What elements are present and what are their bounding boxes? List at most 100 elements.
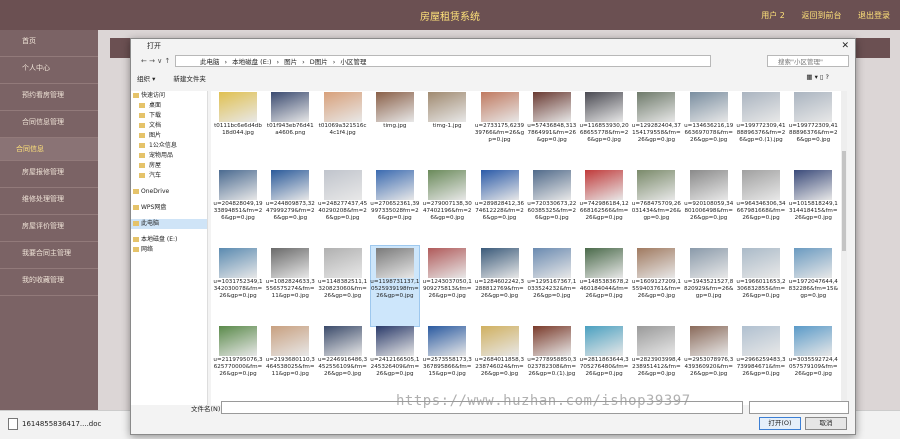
- logout-link[interactable]: 退出登录: [858, 11, 890, 20]
- sidebar-item[interactable]: 我的收藏管理: [0, 269, 98, 296]
- image-thumbnail: [219, 170, 257, 200]
- file-item[interactable]: u=129282404,37154179558&fm=26&gp=0.jpg: [631, 91, 681, 171]
- file-item[interactable]: u=1966011653,2306832855&fm=26&gp=0.jpg: [736, 247, 786, 327]
- file-item[interactable]: u=1148382511,1320823060&fm=26&gp=0.jpg: [318, 247, 368, 327]
- nav-item[interactable]: 网络: [131, 245, 207, 255]
- file-item[interactable]: u=57436848,3137864991&fm=26&gp=0.jpg: [527, 91, 577, 171]
- file-item[interactable]: u=204828049,1933894851&fm=26&gp=0.jpg: [213, 169, 263, 249]
- nav-item[interactable]: 本地磁盘 (E:): [131, 235, 207, 245]
- dialog-buttons: 打开(O) 取消: [131, 417, 853, 431]
- nav-item[interactable]: 下载: [131, 111, 207, 121]
- nav-item[interactable]: 汽车: [131, 171, 207, 181]
- file-type-select[interactable]: [749, 401, 849, 414]
- file-item[interactable]: u=768475709,26031434&fm=26&gp=0.jpg: [631, 169, 681, 249]
- file-item[interactable]: u=289828412,3674612228&fm=26&gp=0.jpg: [475, 169, 525, 249]
- open-button[interactable]: 打开(O): [759, 417, 801, 430]
- file-item[interactable]: u=2733175,623939766&fm=26&gp=0.jpg: [475, 91, 525, 171]
- file-item[interactable]: u=742986184,12668162566&fm=26&gp=0.jpg: [579, 169, 629, 249]
- file-item[interactable]: t01f943eb76d41a4606.png: [265, 91, 315, 171]
- file-item[interactable]: u=1198731137,10525939198fm=26&gp=0.jpg: [369, 245, 420, 327]
- file-item[interactable]: u=279007138,3047402196&fm=26&gp=0.jpg: [422, 169, 472, 249]
- download-file-name: 1614855836417....doc: [22, 420, 102, 428]
- path-segment[interactable]: 图片: [284, 58, 297, 66]
- file-item[interactable]: u=964346306,34667981668&fm=26&gp=0.jpg: [736, 169, 786, 249]
- address-path[interactable]: 此电脑 › 本地磁盘 (E:) › 图片 › D图片 › 小区管理: [175, 55, 711, 67]
- nav-item[interactable]: 图片: [131, 131, 207, 141]
- scrollbar-thumb[interactable]: [842, 151, 846, 251]
- file-item[interactable]: u=1485383678,2460184044&fm=26&gp=0.jpg: [579, 247, 629, 327]
- cancel-button[interactable]: 取消: [805, 417, 847, 430]
- sidebar-item[interactable]: 房屋评价管理: [0, 215, 98, 242]
- file-item[interactable]: u=1609127209,1559403761&fm=26&gp=0.jpg: [631, 247, 681, 327]
- nav-item[interactable]: 房屋: [131, 161, 207, 171]
- close-icon[interactable]: ✕: [841, 39, 849, 53]
- file-item[interactable]: u=1015818249,1314418415&fm=26&gp=0.jpg: [788, 169, 838, 249]
- nav-item[interactable]: 宠物用品: [131, 151, 207, 161]
- file-item[interactable]: timg-1.jpg: [422, 91, 472, 171]
- nav-item-label: 桌面: [149, 102, 162, 109]
- image-thumbnail: [323, 248, 362, 278]
- file-item[interactable]: t01069a321516c4c1f4.jpg: [318, 91, 368, 171]
- image-thumbnail: [271, 170, 310, 200]
- file-item[interactable]: u=1284602242,3288812769&fm=26&gp=0.jpg: [475, 247, 525, 327]
- path-segment[interactable]: 本地磁盘 (E:): [232, 58, 271, 66]
- search-input[interactable]: 搜索"小区管理": [767, 55, 849, 67]
- file-item[interactable]: u=244809873,3247999279&fm=26&gp=0.jpg: [265, 169, 315, 249]
- organize-button[interactable]: 组织 ▾: [137, 75, 155, 83]
- sidebar-item[interactable]: 房屋报修管理: [0, 161, 98, 188]
- nav-item[interactable]: 文档: [131, 121, 207, 131]
- back-to-front-link[interactable]: 返回到前台: [801, 11, 841, 20]
- sidebar-item[interactable]: 合同信息管理: [0, 111, 98, 138]
- file-item[interactable]: u=720330673,2260385325&fm=26&gp=0.jpg: [527, 169, 577, 249]
- new-folder-button[interactable]: 新建文件夹: [173, 75, 206, 83]
- file-item[interactable]: u=199772309,4188896376&fm=26&gp=0.jpg: [788, 91, 838, 171]
- file-item[interactable]: u=248277437,4540290208&fm=26&gp=0.jpg: [318, 169, 368, 249]
- file-item[interactable]: u=2953078976,3439360920&fm=26&gp=0.jpg: [684, 325, 734, 405]
- sidebar-item[interactable]: 维修处理管理: [0, 188, 98, 215]
- file-item[interactable]: u=1031752349,1342030078&fm=26&gp=0.jpg: [213, 247, 263, 327]
- nav-arrows[interactable]: ← → ∨ ↑: [141, 57, 170, 65]
- nav-item[interactable]: 快速访问: [131, 91, 207, 101]
- file-item[interactable]: u=1943521527,8820929&fm=26&gp=0.jpg: [684, 247, 734, 327]
- file-item[interactable]: u=270652361,39997335028fm=26&gp=0.jpg: [370, 169, 420, 249]
- file-item[interactable]: u=2246916486,3452556109&fm=26&gp=0.jpg: [318, 325, 368, 405]
- file-name: u=129282404,37154179558&fm=26&gp=0.jpg: [631, 123, 681, 143]
- path-chevron-icon: ›: [276, 58, 280, 66]
- file-item[interactable]: u=116853930,2068655778&fm=26&gp=0.jpg: [579, 91, 629, 171]
- file-list-scrollbar[interactable]: [841, 91, 847, 405]
- file-item[interactable]: u=1082824633,3556575274&fm=11&gp=0.jpg: [265, 247, 315, 327]
- nav-item[interactable]: WPS网盘: [131, 203, 207, 213]
- nav-item[interactable]: 桌面: [131, 101, 207, 111]
- sidebar-item[interactable]: 个人中心: [0, 57, 98, 84]
- file-item[interactable]: timg.jpg: [370, 91, 420, 171]
- nav-item[interactable]: 此电脑: [131, 219, 207, 229]
- nav-item[interactable]: OneDrive: [131, 187, 207, 197]
- user-label[interactable]: 用户 2: [761, 11, 785, 20]
- sidebar-item[interactable]: 预约看房管理: [0, 84, 98, 111]
- image-thumbnail: [219, 248, 257, 278]
- file-item[interactable]: u=3035592724,4057579109&fm=26&gp=0.jpg: [788, 325, 838, 405]
- image-thumbnail: [689, 248, 728, 278]
- file-item[interactable]: u=199772309,4188896376&fm=26&gp=0.(1).jp…: [736, 91, 786, 171]
- file-item[interactable]: t0111bc6e6d4db18d044.jpg: [213, 91, 263, 171]
- file-item[interactable]: u=2119795076,3625770000&fm=26&gp=0.jpg: [213, 325, 263, 405]
- file-item[interactable]: u=1295167367,1033524232&fm=26&gp=0.jpg: [527, 247, 577, 327]
- file-item[interactable]: u=2193680110,3464538025&fm=11&gp=0.jpg: [265, 325, 315, 405]
- file-item[interactable]: u=1243037050,1909275813&fm=26&gp=0.jpg: [422, 247, 472, 327]
- nav-item[interactable]: 1公众信息: [131, 141, 207, 151]
- file-item[interactable]: u=1972047644,4832286&fm=15&gp=0.jpg: [788, 247, 838, 327]
- image-thumbnail: [637, 92, 676, 122]
- folder-icon: [139, 153, 145, 158]
- file-item[interactable]: u=2966259483,3739984671&fm=26&gp=0.jpg: [736, 325, 786, 405]
- sidebar-item[interactable]: 合同信息: [0, 138, 98, 161]
- path-segment[interactable]: 此电脑: [200, 58, 220, 66]
- download-item[interactable]: 1614855836417....doc: [8, 418, 101, 430]
- sidebar-item[interactable]: 我要合同主管理: [0, 242, 98, 269]
- file-item[interactable]: u=920108059,34801006498&fm=26&gp=0.jpg: [684, 169, 734, 249]
- path-segment[interactable]: 小区管理: [340, 58, 366, 66]
- image-thumbnail: [428, 170, 467, 200]
- sidebar-item[interactable]: 首页: [0, 30, 98, 57]
- file-item[interactable]: u=134636216,19663697078&fm=26&gp=0.jpg: [684, 91, 734, 171]
- view-options-icon[interactable]: ▦ ▾ ▯ ?: [806, 73, 829, 81]
- path-segment[interactable]: D图片: [310, 58, 328, 66]
